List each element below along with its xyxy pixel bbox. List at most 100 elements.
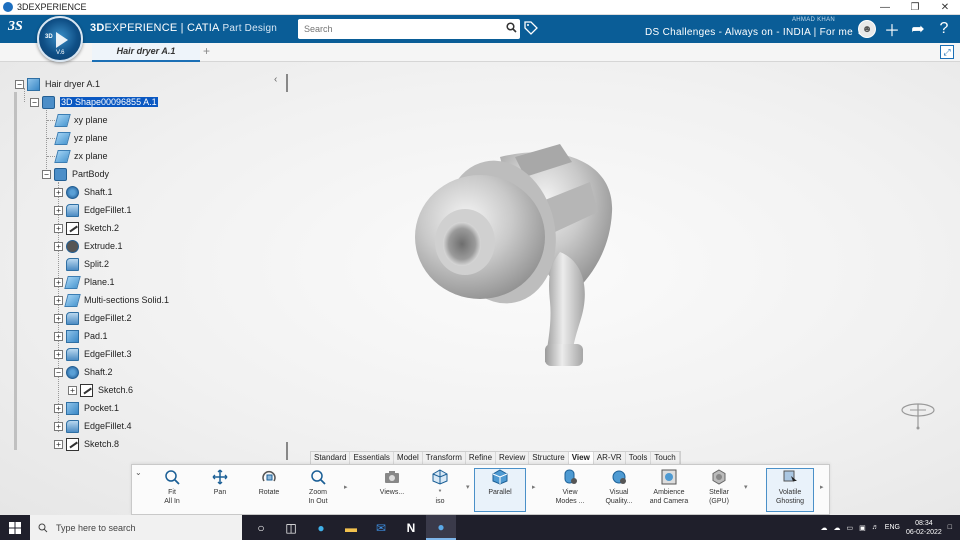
chevron-down-icon[interactable]: ⌄ bbox=[135, 468, 142, 477]
collapse-icon[interactable]: − bbox=[42, 169, 51, 179]
tree-node-feature[interactable]: Split.2 bbox=[66, 256, 109, 272]
close-icon[interactable]: ✕ bbox=[930, 0, 960, 15]
weather-icon[interactable]: ☁ bbox=[821, 524, 828, 532]
expand-icon[interactable]: + bbox=[54, 295, 63, 305]
fit-all-in-button[interactable]: Fit All In bbox=[146, 469, 198, 506]
tree-node-feature[interactable]: + Pocket.1 bbox=[54, 400, 119, 416]
tree-node-plane[interactable]: yz plane bbox=[54, 130, 108, 146]
tree-node-feature[interactable]: + EdgeFillet.3 bbox=[54, 346, 132, 362]
share-icon[interactable]: ➦ bbox=[908, 19, 928, 39]
tree-node-feature[interactable]: + EdgeFillet.1 bbox=[54, 202, 132, 218]
tab-ar-vr[interactable]: AR-VR bbox=[594, 452, 626, 464]
tab-transform[interactable]: Transform bbox=[423, 452, 466, 464]
ambience-camera-button[interactable]: Ambience and Camera bbox=[643, 469, 695, 506]
tree-node-feature[interactable]: + Extrude.1 bbox=[54, 238, 123, 254]
mail-icon[interactable]: ✉ bbox=[366, 515, 396, 540]
view-modes-button[interactable]: View Modes ... bbox=[544, 469, 596, 506]
tree-node-feature[interactable]: − Shaft.2 bbox=[54, 364, 113, 380]
tab-refine[interactable]: Refine bbox=[466, 452, 497, 464]
tree-node-partbody[interactable]: − PartBody bbox=[42, 166, 109, 182]
tree-node-feature[interactable]: + EdgeFillet.4 bbox=[54, 418, 132, 434]
tree-scrollbar[interactable] bbox=[14, 92, 17, 450]
tab-hair-dryer[interactable]: Hair dryer A.1 bbox=[92, 43, 200, 62]
tree-splitter[interactable] bbox=[286, 74, 288, 92]
help-icon[interactable]: ? bbox=[934, 19, 954, 39]
expand-icon[interactable]: + bbox=[54, 331, 63, 341]
tree-node-feature[interactable]: + Multi-sections Solid.1 bbox=[54, 292, 169, 308]
pan-button[interactable]: Pan bbox=[194, 469, 246, 497]
expand-icon[interactable]: + bbox=[54, 241, 63, 251]
scroll-right-icon[interactable]: ▸ bbox=[820, 483, 824, 491]
file-explorer-icon[interactable]: ▬ bbox=[336, 515, 366, 540]
collapse-icon[interactable]: − bbox=[54, 367, 63, 377]
tree-node-feature[interactable]: + Sketch.6 bbox=[68, 382, 133, 398]
expand-icon[interactable]: + bbox=[54, 223, 63, 233]
minimize-icon[interactable]: — bbox=[870, 0, 900, 15]
avatar[interactable]: ☻ bbox=[858, 20, 876, 38]
expand-icon[interactable]: + bbox=[54, 313, 63, 323]
tab-touch[interactable]: Touch bbox=[651, 452, 680, 464]
search-icon[interactable] bbox=[502, 22, 520, 36]
clock[interactable]: 08:34 06-02-2022 bbox=[906, 519, 942, 537]
navigation-compass-icon[interactable] bbox=[900, 400, 936, 430]
tab-structure[interactable]: Structure bbox=[529, 452, 569, 464]
3dexperience-taskbar-icon[interactable]: ● bbox=[426, 515, 456, 540]
tab-review[interactable]: Review bbox=[496, 452, 530, 464]
expand-icon[interactable]: + bbox=[54, 421, 63, 431]
dropdown-arrow-icon[interactable]: ▾ bbox=[744, 483, 748, 491]
edge-icon[interactable]: ● bbox=[306, 515, 336, 540]
battery-icon[interactable]: ▭ bbox=[847, 524, 854, 532]
3d-viewport[interactable]: ‹ − Hair dryer A.1 − 3D Shape00096855 A.… bbox=[0, 62, 960, 515]
tree-node-feature[interactable]: + Sketch.2 bbox=[54, 220, 119, 236]
expand-icon[interactable]: + bbox=[54, 205, 63, 215]
tree-node-root[interactable]: − Hair dryer A.1 bbox=[15, 76, 100, 92]
tag-icon[interactable] bbox=[524, 21, 538, 38]
tab-essentials[interactable]: Essentials bbox=[350, 452, 394, 464]
add-icon[interactable]: ＋ bbox=[882, 19, 902, 40]
tab-tools[interactable]: Tools bbox=[626, 452, 652, 464]
expand-icon[interactable]: + bbox=[54, 187, 63, 197]
tree-node-feature[interactable]: + Plane.1 bbox=[54, 274, 115, 290]
windows-start-icon[interactable] bbox=[0, 521, 30, 534]
tree-node-feature[interactable]: + EdgeFillet.2 bbox=[54, 310, 132, 326]
notepad-icon[interactable]: N bbox=[396, 515, 426, 540]
tab-view[interactable]: View bbox=[568, 452, 594, 464]
volatile-ghosting-button[interactable]: Volatile Ghosting bbox=[766, 468, 814, 512]
expand-icon[interactable]: + bbox=[54, 277, 63, 287]
expand-icon[interactable]: + bbox=[54, 403, 63, 413]
zoom-in-out-button[interactable]: Zoom In Out bbox=[292, 469, 344, 506]
restore-icon[interactable]: ❐ bbox=[900, 0, 930, 15]
visual-quality-button[interactable]: Visual Quality... bbox=[593, 469, 645, 506]
fullscreen-icon[interactable]: ⤢ bbox=[940, 45, 954, 59]
tree-node-feature[interactable]: + Pad.1 bbox=[54, 328, 108, 344]
expand-icon[interactable]: + bbox=[54, 439, 63, 449]
tree-node-plane[interactable]: zx plane bbox=[54, 148, 108, 164]
specification-tree[interactable]: ‹ − Hair dryer A.1 − 3D Shape00096855 A.… bbox=[10, 74, 288, 460]
collapse-tree-icon[interactable]: ‹ bbox=[274, 74, 277, 85]
network-icon[interactable]: ▣ bbox=[859, 524, 866, 532]
tab-model[interactable]: Model bbox=[394, 452, 423, 464]
iso-view-button[interactable]: * iso bbox=[414, 469, 466, 506]
collapse-icon[interactable]: − bbox=[15, 79, 24, 89]
tree-node-feature[interactable]: + Sketch.8 bbox=[54, 436, 119, 452]
search-input[interactable] bbox=[298, 20, 502, 38]
expand-icon[interactable]: + bbox=[68, 385, 77, 395]
views-button[interactable]: Views... bbox=[366, 469, 418, 497]
dropdown-arrow-icon[interactable]: ▸ bbox=[344, 483, 348, 491]
language-indicator[interactable]: ENG bbox=[885, 524, 900, 531]
tree-node-plane[interactable]: xy plane bbox=[54, 112, 108, 128]
notifications-icon[interactable]: □ bbox=[948, 524, 952, 531]
ds-logo-icon[interactable]: 3S bbox=[8, 19, 23, 35]
tree-splitter-bottom[interactable] bbox=[286, 442, 288, 460]
dropdown-arrow-icon[interactable]: ▸ bbox=[532, 483, 536, 491]
compass-icon[interactable]: 3D V.6 bbox=[37, 16, 83, 62]
collapse-icon[interactable]: − bbox=[30, 97, 39, 107]
volume-icon[interactable]: ♬ bbox=[872, 524, 879, 531]
collab-space-selector[interactable]: DS Challenges - Always on - INDIA | For … bbox=[645, 27, 865, 38]
rotate-button[interactable]: Rotate bbox=[243, 469, 295, 497]
task-view-icon[interactable]: ◫ bbox=[276, 515, 306, 540]
parallel-projection-button[interactable]: Parallel bbox=[474, 468, 526, 512]
cortana-icon[interactable]: ○ bbox=[246, 515, 276, 540]
tree-node-shape[interactable]: − 3D Shape00096855 A.1 bbox=[30, 94, 158, 110]
new-tab-button[interactable]: + bbox=[203, 44, 210, 58]
